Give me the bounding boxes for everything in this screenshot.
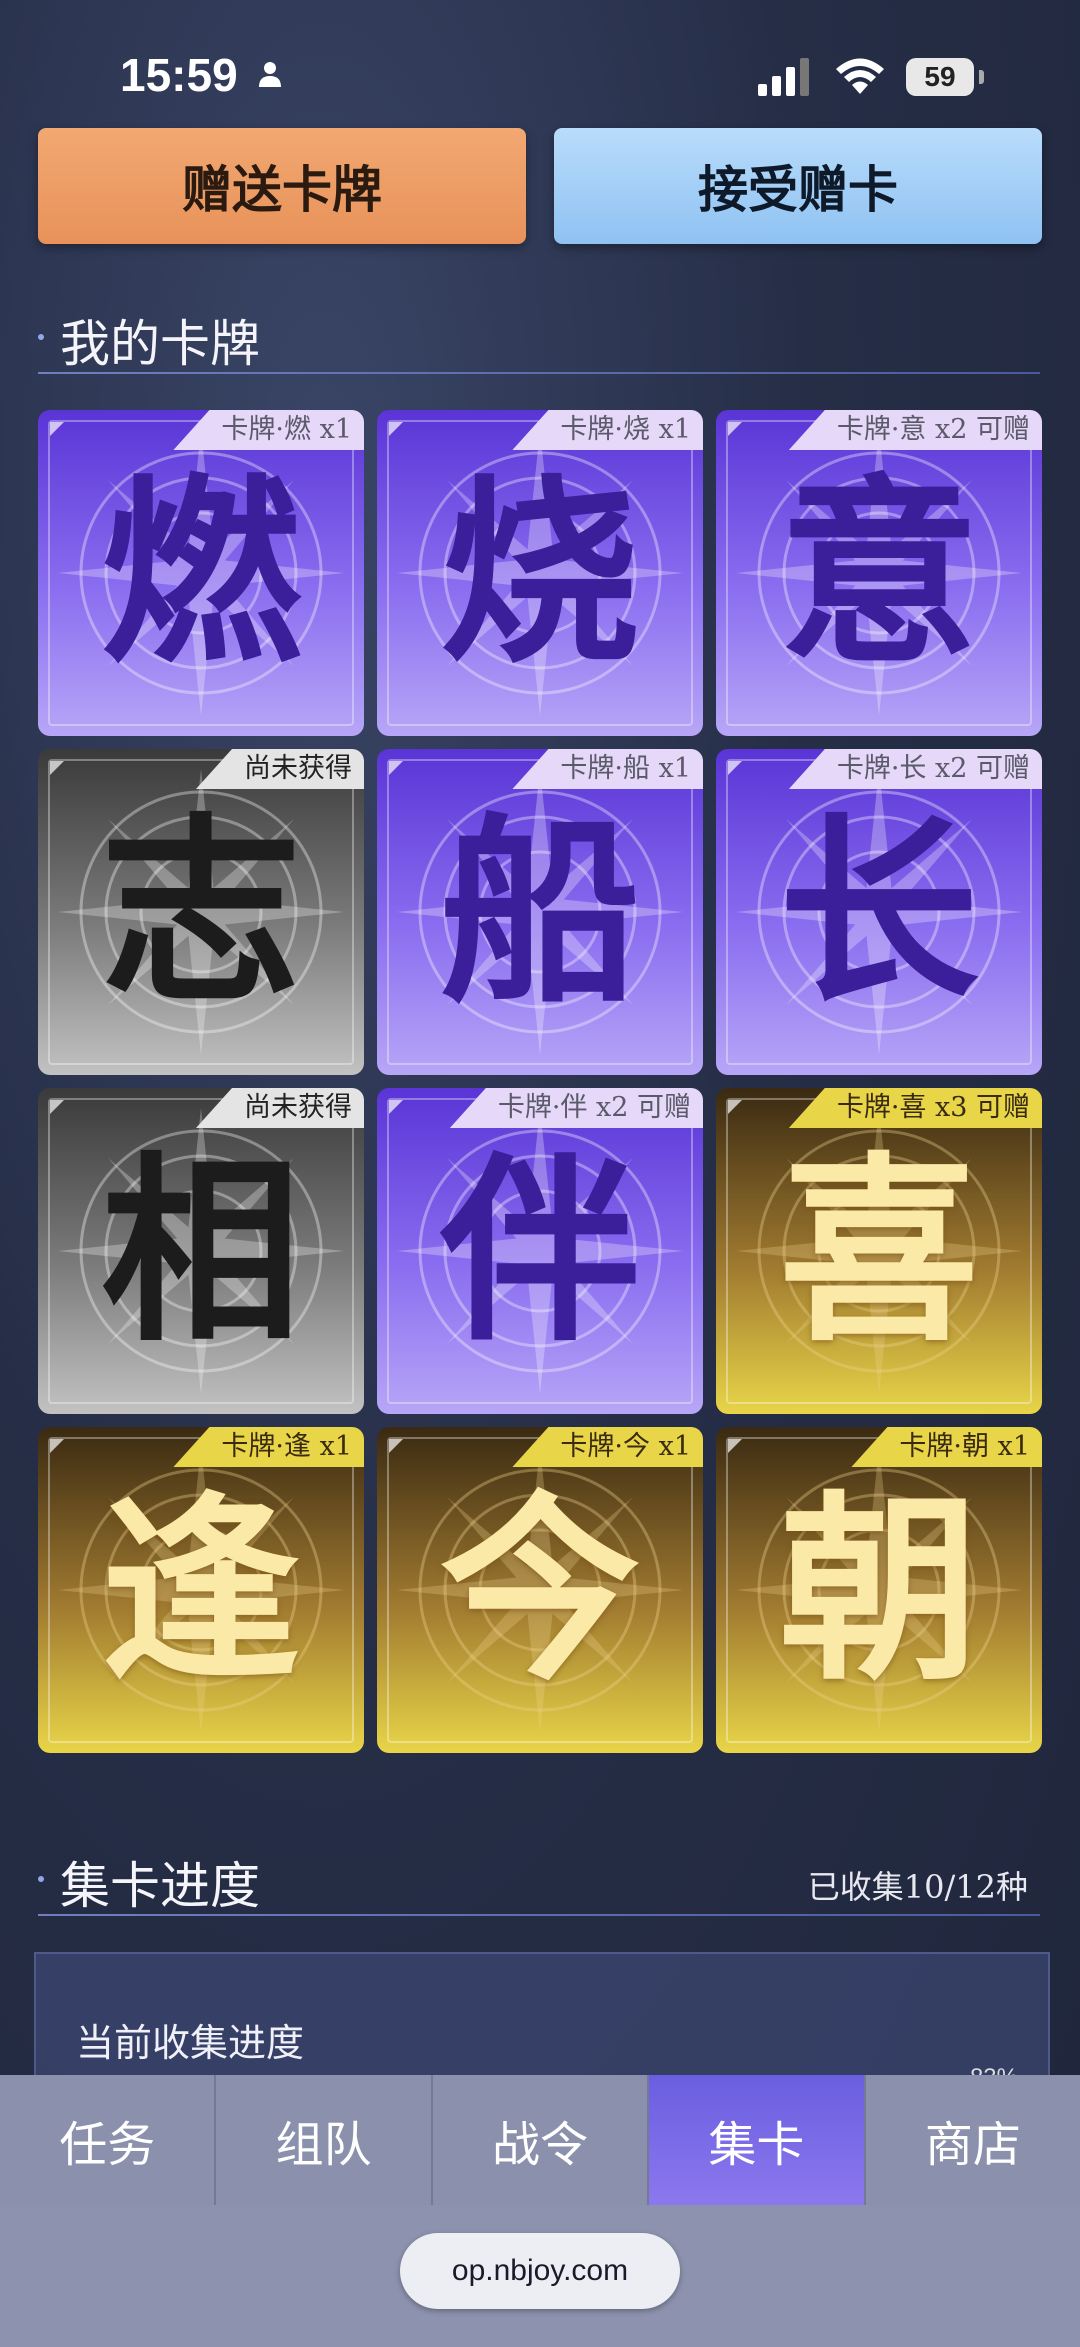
card-character: 逢 xyxy=(100,1473,301,1708)
wifi-icon xyxy=(836,58,884,94)
card-tile[interactable]: 燃卡牌·燃 x1 xyxy=(38,410,364,736)
section-dot xyxy=(38,334,44,340)
corner-ornament-icon xyxy=(50,1439,64,1453)
card-character: 意 xyxy=(778,456,979,691)
card-tile[interactable]: 意 卡牌·意 x2 可赠 xyxy=(716,410,1042,736)
bottom-tab-bar: 任务 组队 战令 集卡 商店 xyxy=(0,2075,1080,2205)
corner-ornament-icon xyxy=(389,1100,403,1114)
progress-label: 当前收集进度 xyxy=(76,2021,305,2065)
section-divider xyxy=(38,1914,1040,1916)
card-character: 烧 xyxy=(439,456,640,691)
url-address-pill[interactable]: op.nbjoy.com xyxy=(400,2233,680,2309)
tab-item[interactable]: 任务 xyxy=(0,2075,217,2205)
tab-item[interactable]: 集卡 xyxy=(649,2075,866,2205)
tab-item[interactable]: 商店 xyxy=(866,2075,1080,2205)
tab-item[interactable]: 组队 xyxy=(216,2075,433,2205)
card-tile[interactable]: 喜 卡牌·喜 x3 可赠 xyxy=(716,1088,1042,1414)
card-character: 喜 xyxy=(778,1134,979,1369)
collected-count: 已收集10/12种 xyxy=(807,1868,1028,1906)
corner-ornament-icon xyxy=(50,761,64,775)
card-character: 今 xyxy=(439,1473,640,1708)
card-character: 志 xyxy=(100,795,301,1030)
card-character: 伴 xyxy=(439,1134,640,1369)
status-time: 15:59 xyxy=(120,49,238,101)
corner-ornament-icon xyxy=(50,1100,64,1114)
card-tag: 卡牌·意 x2 可赠 xyxy=(788,410,1042,450)
send-card-button[interactable]: 赠送卡牌 xyxy=(38,128,526,244)
corner-ornament-icon xyxy=(728,1439,742,1453)
browser-bottom-bar: op.nbjoy.com xyxy=(0,2205,1080,2347)
accept-card-button[interactable]: 接受赠卡 xyxy=(554,128,1042,244)
person-icon xyxy=(259,62,281,87)
corner-ornament-icon xyxy=(728,422,742,436)
card-tile[interactable]: 今卡牌·今 x1 xyxy=(377,1427,703,1753)
corner-ornament-icon xyxy=(389,422,403,436)
card-tile[interactable]: 相尚未获得 xyxy=(38,1088,364,1414)
card-tag: 卡牌·长 x2 可赠 xyxy=(788,749,1042,789)
card-tile[interactable]: 烧卡牌·烧 x1 xyxy=(377,410,703,736)
corner-ornament-icon xyxy=(728,761,742,775)
card-character: 燃 xyxy=(100,456,301,691)
card-character: 朝 xyxy=(778,1473,979,1708)
tab-item[interactable]: 战令 xyxy=(433,2075,650,2205)
corner-ornament-icon xyxy=(389,761,403,775)
card-character: 长 xyxy=(778,795,979,1030)
card-tag: 卡牌·喜 x3 可赠 xyxy=(788,1088,1042,1128)
card-tile[interactable]: 朝卡牌·朝 x1 xyxy=(716,1427,1042,1753)
card-character: 相 xyxy=(100,1134,301,1369)
cellular-signal-icon xyxy=(758,58,809,96)
section-dot xyxy=(38,1876,44,1882)
card-tile[interactable]: 逢卡牌·逢 x1 xyxy=(38,1427,364,1753)
battery-indicator: 59 xyxy=(906,58,984,96)
card-tag: 卡牌·伴 x2 可赠 xyxy=(449,1088,703,1128)
status-bar: 15:59 59 xyxy=(0,0,1080,120)
card-character: 船 xyxy=(439,795,640,1030)
progress-title: 集卡进度 xyxy=(60,1857,260,1915)
card-tile[interactable]: 长 卡牌·长 x2 可赠 xyxy=(716,749,1042,1075)
card-tile[interactable]: 伴 卡牌·伴 x2 可赠 xyxy=(377,1088,703,1414)
section-divider xyxy=(38,372,1040,374)
corner-ornament-icon xyxy=(728,1100,742,1114)
card-tile[interactable]: 船卡牌·船 x1 xyxy=(377,749,703,1075)
corner-ornament-icon xyxy=(50,422,64,436)
card-tile[interactable]: 志尚未获得 xyxy=(38,749,364,1075)
corner-ornament-icon xyxy=(389,1439,403,1453)
my-cards-title: 我的卡牌 xyxy=(60,315,260,373)
